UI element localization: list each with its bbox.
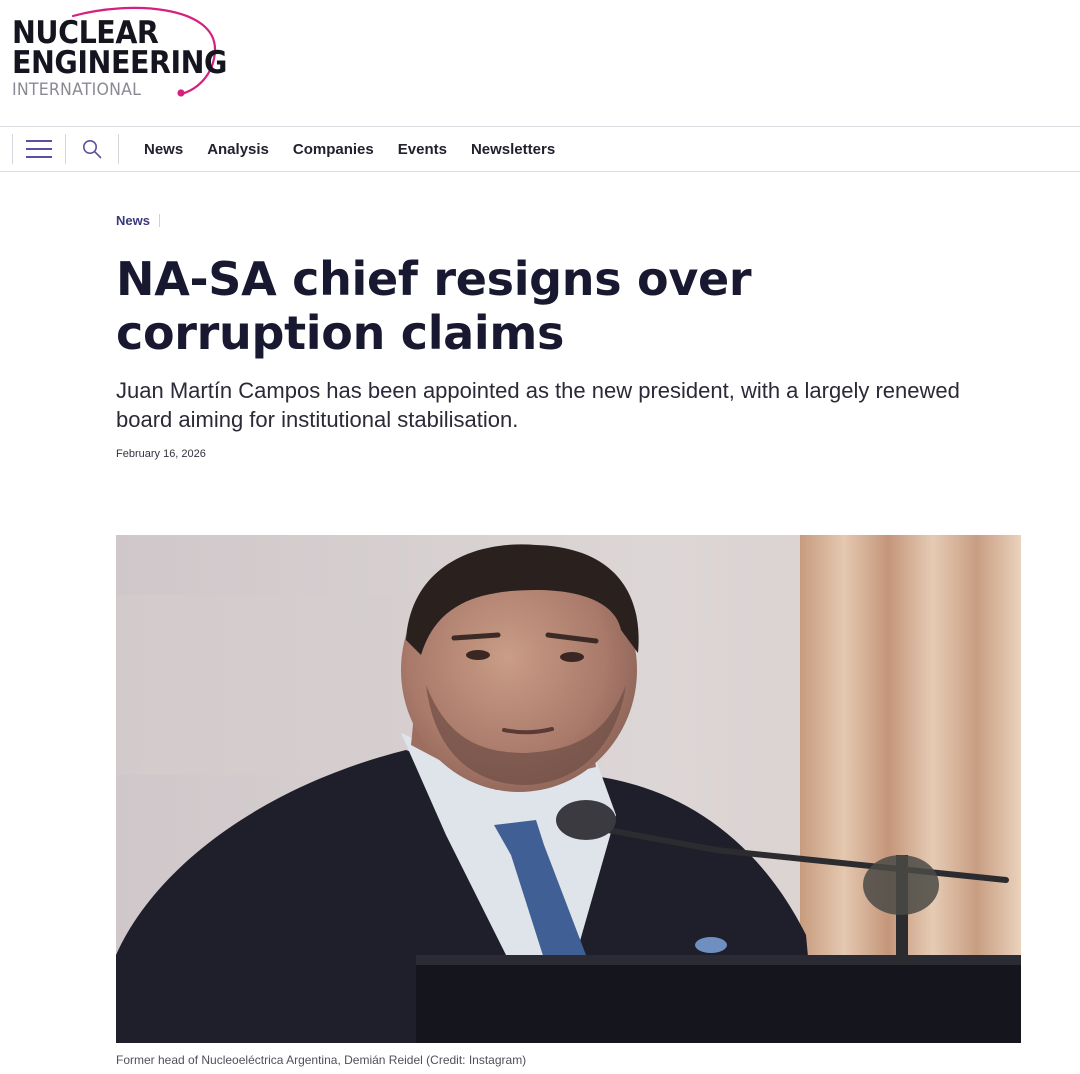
nav-link-events[interactable]: Events [398, 141, 447, 158]
main-navigation: News Analysis Companies Events Newslette… [0, 126, 1080, 172]
photo-portrait-at-podium [116, 535, 1021, 1043]
category-tag[interactable]: News [116, 213, 150, 228]
logo-line-international: INTERNATIONAL [12, 80, 142, 100]
article-headline: NA-SA chief resigns over corruption clai… [116, 252, 752, 360]
article-standfirst: Juan Martín Campos has been appointed as… [116, 378, 960, 432]
hamburger-icon [26, 140, 52, 158]
search-button[interactable] [66, 127, 118, 171]
image-caption: Former head of Nucleoeléctrica Argentina… [116, 1053, 527, 1067]
menu-button[interactable] [13, 127, 65, 171]
search-icon [83, 140, 102, 159]
site-logo[interactable]: NUCLEAR ENGINEERING INTERNATIONAL [11, 4, 261, 104]
category-divider [158, 214, 160, 227]
nav-divider [118, 134, 119, 164]
nav-link-news[interactable]: News [144, 141, 183, 158]
article-image [116, 535, 1021, 1043]
article-category: News [116, 213, 160, 228]
nav-link-companies[interactable]: Companies [293, 141, 374, 158]
logo-line-engineering: ENGINEERING [12, 45, 228, 81]
nav-links: News Analysis Companies Events Newslette… [144, 141, 579, 158]
nav-link-analysis[interactable]: Analysis [207, 141, 269, 158]
article-date: February 16, 2026 [116, 448, 206, 460]
nav-link-newsletters[interactable]: Newsletters [471, 141, 555, 158]
